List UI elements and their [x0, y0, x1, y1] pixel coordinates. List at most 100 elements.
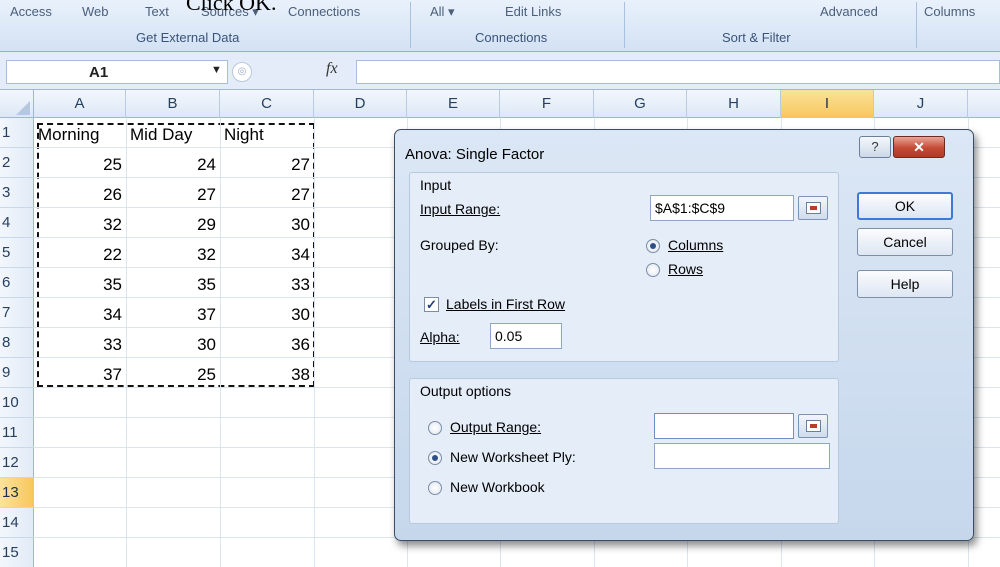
- help-button[interactable]: Help: [857, 270, 953, 298]
- new-workbook-label[interactable]: New Workbook: [450, 479, 545, 495]
- new-workbook-label-text: New Workbook: [450, 479, 545, 495]
- cell-a9[interactable]: 37: [34, 360, 126, 390]
- cell-b2[interactable]: 24: [126, 150, 220, 180]
- insert-function-icon[interactable]: fx: [326, 60, 338, 78]
- column-header-c[interactable]: C: [220, 90, 314, 118]
- new-worksheet-name-field[interactable]: [654, 443, 830, 469]
- cell-a8[interactable]: 33: [34, 330, 126, 360]
- row-header-13[interactable]: 13: [0, 478, 34, 508]
- name-box-value: A1: [89, 64, 109, 81]
- select-all-corner[interactable]: [0, 90, 34, 118]
- cell-c8[interactable]: 36: [220, 330, 314, 360]
- formula-input[interactable]: [356, 60, 1000, 84]
- output-section: Output options Output Range: New Workshe…: [409, 378, 839, 524]
- ribbon-from-text-button[interactable]: Text: [145, 4, 169, 19]
- ribbon-from-web-button[interactable]: Web: [82, 4, 109, 19]
- labels-first-row-checkbox[interactable]: ✓: [424, 297, 439, 312]
- cell-c1[interactable]: Night: [220, 120, 314, 150]
- row-header-10[interactable]: 10: [0, 388, 34, 418]
- cell-c7[interactable]: 30: [220, 300, 314, 330]
- cell-b7[interactable]: 37: [126, 300, 220, 330]
- output-range-field[interactable]: [654, 413, 794, 439]
- column-header-b[interactable]: B: [126, 90, 220, 118]
- output-range-label[interactable]: Output Range:: [450, 419, 541, 435]
- ribbon-text-to-columns-button[interactable]: Columns: [924, 4, 975, 19]
- row-header-8[interactable]: 8: [0, 328, 34, 358]
- cell-a3[interactable]: 26: [34, 180, 126, 210]
- cell-b3[interactable]: 27: [126, 180, 220, 210]
- row-header-14[interactable]: 14: [0, 508, 34, 538]
- alpha-field[interactable]: 0.05: [490, 323, 562, 349]
- ribbon-advanced-button[interactable]: Advanced: [820, 4, 878, 19]
- help-question-icon[interactable]: ?: [859, 136, 891, 158]
- cell-b1[interactable]: Mid Day: [126, 120, 220, 150]
- grouped-by-rows-label[interactable]: Rows: [668, 261, 703, 277]
- new-worksheet-label[interactable]: New Worksheet Ply:: [450, 449, 576, 465]
- row-header-9[interactable]: 9: [0, 358, 34, 388]
- row-header-6[interactable]: 6: [0, 268, 34, 298]
- ok-button[interactable]: OK: [857, 192, 953, 220]
- cell-c3[interactable]: 27: [220, 180, 314, 210]
- row-header-4[interactable]: 4: [0, 208, 34, 238]
- formula-bar-expand-icon[interactable]: ◎: [232, 62, 252, 82]
- cell-c9[interactable]: 38: [220, 360, 314, 390]
- cell-b6[interactable]: 35: [126, 270, 220, 300]
- cell-c6[interactable]: 33: [220, 270, 314, 300]
- ribbon-edit-links-button[interactable]: Edit Links: [505, 4, 561, 19]
- cell-a7[interactable]: 34: [34, 300, 126, 330]
- row-header-11[interactable]: 11: [0, 418, 34, 448]
- new-worksheet-label-text: New Worksheet Ply:: [450, 449, 576, 465]
- column-header-h[interactable]: H: [687, 90, 781, 118]
- cell-b5[interactable]: 32: [126, 240, 220, 270]
- close-icon[interactable]: ✕: [893, 136, 945, 158]
- column-header-a[interactable]: A: [34, 90, 126, 118]
- new-workbook-radio[interactable]: [428, 481, 442, 495]
- cell-b8[interactable]: 30: [126, 330, 220, 360]
- labels-first-row-label[interactable]: Labels in First Row: [446, 296, 565, 312]
- input-range-collapse-button[interactable]: [798, 196, 828, 220]
- column-header-e[interactable]: E: [407, 90, 500, 118]
- row-header-15[interactable]: 15: [0, 538, 34, 567]
- cell-a2[interactable]: 25: [34, 150, 126, 180]
- column-header-d[interactable]: D: [314, 90, 407, 118]
- cell-c4[interactable]: 30: [220, 210, 314, 240]
- column-header-i[interactable]: I: [781, 90, 874, 118]
- new-worksheet-radio[interactable]: [428, 451, 442, 465]
- dialog-title: Anova: Single Factor: [405, 146, 545, 163]
- cell-a4[interactable]: 32: [34, 210, 126, 240]
- row-header-1[interactable]: 1: [0, 118, 34, 148]
- output-range-collapse-button[interactable]: [798, 414, 828, 438]
- column-header-f[interactable]: F: [500, 90, 594, 118]
- ribbon-refresh-all-button[interactable]: All ▾: [430, 4, 455, 20]
- output-range-label-text: Output Range:: [450, 419, 542, 435]
- cell-b4[interactable]: 29: [126, 210, 220, 240]
- cell-a5[interactable]: 22: [34, 240, 126, 270]
- ribbon-existing-connections-button[interactable]: Connections: [288, 4, 360, 19]
- cancel-button[interactable]: Cancel: [857, 228, 953, 256]
- grouped-by-columns-radio[interactable]: [646, 239, 660, 253]
- cell-b9[interactable]: 25: [126, 360, 220, 390]
- output-range-radio[interactable]: [428, 421, 442, 435]
- name-box[interactable]: A1 ▼: [6, 60, 228, 84]
- cell-a1[interactable]: Morning: [34, 120, 126, 150]
- row-header-12[interactable]: 12: [0, 448, 34, 478]
- grouped-by-columns-label[interactable]: Columns: [668, 237, 723, 253]
- row-header-7[interactable]: 7: [0, 298, 34, 328]
- row-header-2[interactable]: 2: [0, 148, 34, 178]
- ribbon-from-access-button[interactable]: Access: [10, 4, 52, 19]
- cell-a6[interactable]: 35: [34, 270, 126, 300]
- formula-bar: A1 ▼ ◎ fx: [0, 52, 1000, 90]
- column-header-j[interactable]: J: [874, 90, 968, 118]
- row-header-3[interactable]: 3: [0, 178, 34, 208]
- output-section-label: Output options: [420, 383, 512, 399]
- row-header-5[interactable]: 5: [0, 238, 34, 268]
- chevron-down-icon[interactable]: ▼: [211, 64, 222, 76]
- grouped-by-rows-radio[interactable]: [646, 263, 660, 277]
- row-headers: 1 2 3 4 5 6 7 8 9 10 11 12 13 14 15: [0, 118, 34, 567]
- cell-c5[interactable]: 34: [220, 240, 314, 270]
- input-range-field[interactable]: $A$1:$C$9: [650, 195, 794, 221]
- column-header-g[interactable]: G: [594, 90, 687, 118]
- collapse-dialog-icon: [806, 202, 821, 214]
- rows-label-text: Rows: [668, 261, 704, 277]
- cell-c2[interactable]: 27: [220, 150, 314, 180]
